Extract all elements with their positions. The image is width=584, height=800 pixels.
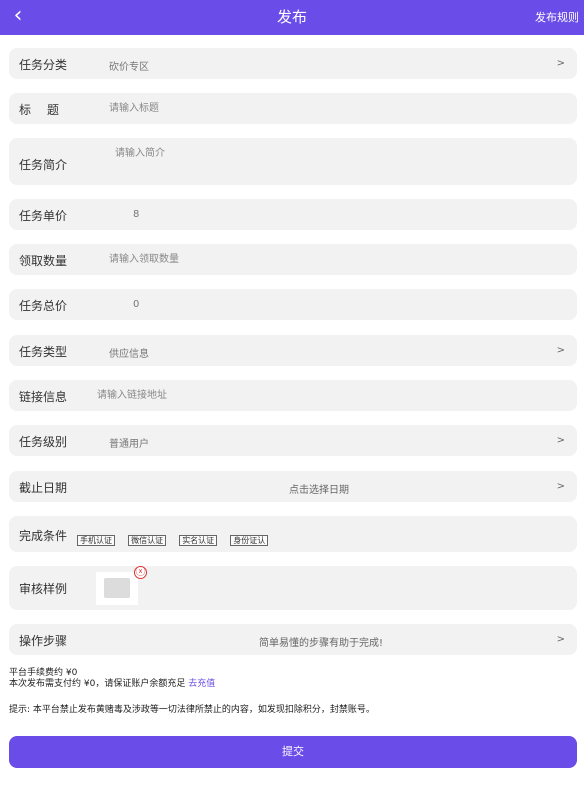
sample-label: 审核样例 [19, 582, 68, 596]
remove-image-icon[interactable]: ⓧ [134, 566, 147, 579]
condition-tag-idcard[interactable]: 身份证认 [230, 535, 269, 546]
chevron-right-icon: > [556, 345, 565, 356]
sample-image-upload[interactable]: ⓧ [96, 566, 147, 605]
conditions-tags: 手机认证 微信认证 实名认证 身份证认 [77, 528, 276, 547]
unit-price-value[interactable]: 8 [133, 209, 139, 220]
condition-tag-phone[interactable]: 手机认证 [77, 535, 115, 546]
task-type-label: 任务类型 [19, 345, 68, 359]
chevron-right-icon: > [556, 58, 565, 69]
steps-label: 操作步骤 [19, 634, 68, 648]
sample-row: 审核样例 ⓧ [9, 566, 577, 610]
quantity-input[interactable] [109, 252, 549, 266]
recharge-link[interactable]: 去充值 [188, 679, 215, 689]
steps-hint: 简单易懂的步骤有助于完成! [259, 638, 384, 649]
level-row[interactable]: 任务级别 普通用户 > [9, 425, 577, 456]
link-input[interactable] [97, 388, 537, 402]
payment-line: 本次发布需支付约 ¥0，请保证账户余额充足 去充值 [9, 679, 215, 690]
publish-rules-link[interactable]: 发布规则 [535, 0, 579, 35]
category-label: 任务分类 [19, 58, 68, 72]
submit-button[interactable]: 提交 [9, 736, 577, 768]
intro-row: 任务简介 [9, 138, 577, 185]
level-label: 任务级别 [19, 435, 68, 449]
page-title: 发布 [276, 8, 307, 26]
unit-price-row: 任务单价 8 [9, 199, 577, 230]
notice-text: 提示: 本平台禁止发布黄赌毒及涉政等一切法律所禁止的内容，如发现扣除积分，封禁账… [9, 705, 375, 715]
conditions-label: 完成条件 [19, 529, 68, 543]
payment-text: 本次发布需支付约 ¥0，请保证账户余额充足 [9, 679, 186, 689]
quantity-row: 领取数量 [9, 244, 577, 275]
category-row[interactable]: 任务分类 砍价专区 > [9, 48, 577, 79]
unit-price-label: 任务单价 [19, 209, 68, 223]
conditions-row: 完成条件 手机认证 微信认证 实名认证 身份证认 [9, 516, 577, 552]
condition-tag-wechat[interactable]: 微信认证 [128, 535, 167, 546]
deadline-label: 截止日期 [19, 481, 68, 495]
condition-tag-realname[interactable]: 实名认证 [179, 535, 218, 546]
fee-line: 平台手续费约 ¥0 [9, 668, 78, 678]
level-value: 普通用户 [109, 439, 149, 450]
steps-row[interactable]: 操作步骤 简单易懂的步骤有助于完成! > [9, 624, 577, 655]
link-label: 链接信息 [19, 390, 68, 404]
category-value: 砍价专区 [109, 62, 149, 73]
title-label: 标 题 [19, 103, 62, 117]
total-price-label: 任务总价 [19, 299, 68, 313]
deadline-row[interactable]: 截止日期 点击选择日期 > [9, 471, 577, 502]
top-bar: ‹ 发布 发布规则 [0, 0, 584, 35]
title-input[interactable] [109, 101, 549, 115]
image-placeholder-icon [104, 578, 130, 598]
task-type-value: 供应信息 [109, 349, 149, 360]
total-price-value: 0 [133, 299, 140, 310]
chevron-right-icon: > [556, 435, 565, 446]
chevron-right-icon: > [556, 634, 565, 645]
intro-input[interactable] [115, 146, 555, 160]
link-row: 链接信息 [9, 380, 577, 411]
total-price-row: 任务总价 0 [9, 289, 577, 320]
intro-label: 任务简介 [19, 158, 68, 172]
chevron-right-icon: > [556, 481, 565, 492]
deadline-picker[interactable]: 点击选择日期 [289, 481, 349, 496]
title-row: 标 题 [9, 93, 577, 124]
task-type-row[interactable]: 任务类型 供应信息 > [9, 335, 577, 366]
quantity-label: 领取数量 [19, 254, 68, 268]
